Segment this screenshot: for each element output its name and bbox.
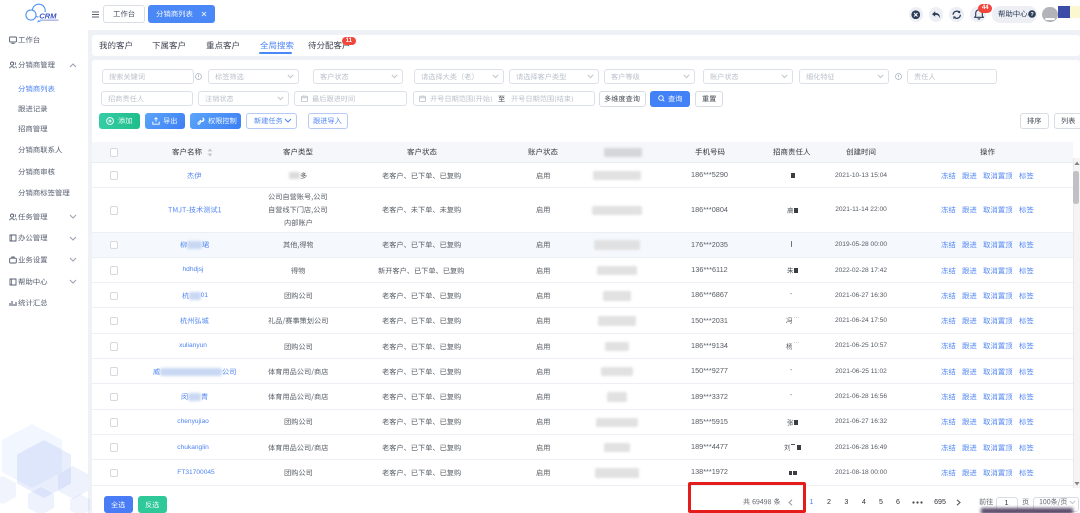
svg-text:CRM: CRM [39,11,57,20]
